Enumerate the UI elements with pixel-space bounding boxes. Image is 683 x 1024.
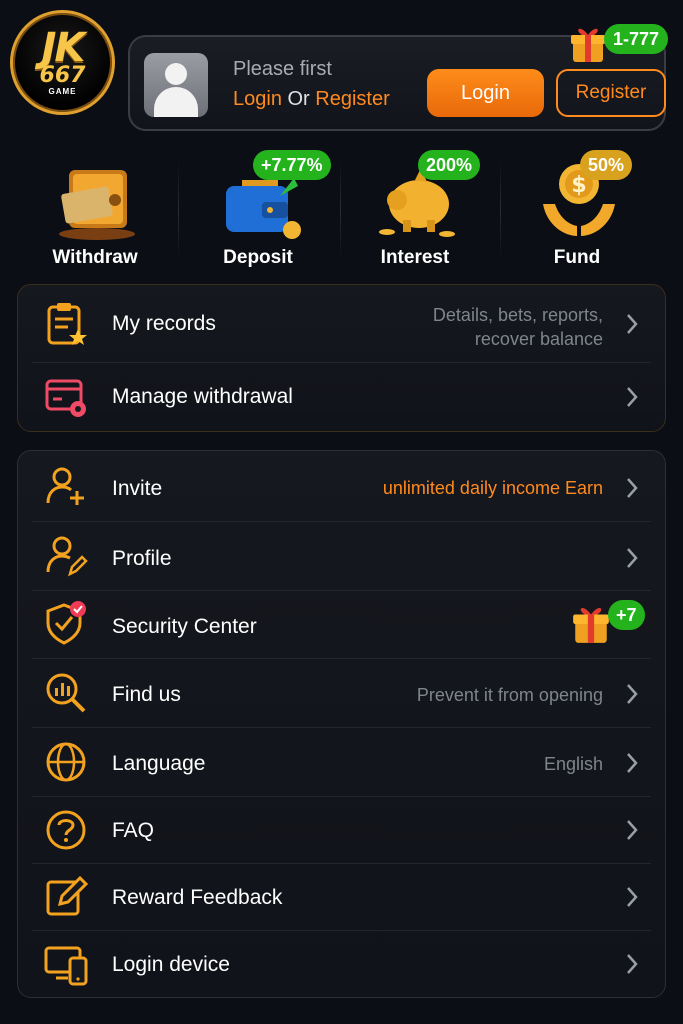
chevron-right-icon (627, 478, 638, 498)
or-text: Or (287, 88, 310, 110)
menu-item-faq[interactable]: FAQ (18, 797, 667, 863)
menu-item-manage-withdrawal[interactable]: Manage withdrawal (18, 363, 667, 433)
menu-item-security-center[interactable]: Security Center +7 (18, 591, 667, 658)
svg-text:$: $ (571, 173, 586, 198)
security-center-label: Security Center (112, 615, 257, 638)
deposit-label: Deposit (223, 247, 293, 268)
language-label: Language (112, 752, 206, 775)
my-records-hint-line2: recover balance (474, 329, 603, 349)
menu-item-reward-feedback[interactable]: Reward Feedback (18, 864, 667, 930)
menu-item-find-us[interactable]: Find us Prevent it from opening (18, 659, 667, 727)
shield-check-icon (46, 601, 86, 645)
withdraw-label: Withdraw (52, 247, 138, 268)
register-link[interactable]: Register (315, 88, 389, 110)
edit-box-icon (46, 875, 88, 916)
find-us-label: Find us (112, 683, 181, 706)
logo-sub: GAME (48, 86, 77, 96)
chevron-right-icon (627, 387, 638, 407)
invite-label: Invite (112, 477, 163, 500)
menu-item-login-device[interactable]: Login device (18, 931, 667, 997)
my-records-hint-line1: Details, bets, reports, (432, 305, 603, 325)
question-icon (46, 810, 86, 850)
login-register-links: Login Or Register (233, 88, 390, 111)
card-gear-icon (45, 379, 86, 417)
login-button[interactable]: Login (427, 69, 544, 117)
menu-item-my-records[interactable]: My records Details, bets, reports, recov… (18, 285, 667, 361)
chevron-right-icon (627, 684, 638, 704)
gift-icon[interactable] (570, 24, 606, 64)
manage-withdrawal-label: Manage withdrawal (112, 385, 293, 408)
search-chart-icon (46, 673, 86, 713)
chevron-right-icon (627, 548, 638, 568)
fund-action[interactable]: $ 50% Fund (497, 148, 657, 273)
invite-hint: unlimited daily income Earn (382, 478, 603, 498)
deposit-action[interactable]: +7.77% Deposit (178, 148, 338, 273)
login-device-label: Login device (112, 953, 230, 976)
menu-item-profile[interactable]: Profile (18, 522, 667, 590)
user-edit-icon (46, 536, 88, 577)
register-button[interactable]: Register (556, 69, 666, 117)
gift-badge: 1-777 (604, 24, 669, 54)
globe-icon (46, 742, 86, 782)
main-menu-card: Invite unlimited daily income Earn Profi… (17, 450, 666, 998)
fund-label: Fund (553, 247, 601, 268)
chevron-right-icon (627, 887, 638, 907)
chevron-right-icon (627, 314, 638, 334)
quick-actions: Withdraw +7.77% Deposit 200% Interest $ … (0, 148, 683, 273)
chevron-right-icon (627, 820, 638, 840)
interest-badge: 200% (418, 150, 481, 180)
menu-item-language[interactable]: Language English (18, 728, 667, 796)
clipboard-star-icon (47, 303, 87, 345)
chevron-right-icon (627, 753, 638, 773)
menu-item-invite[interactable]: Invite unlimited daily income Earn (18, 451, 667, 521)
security-badge: +7 (608, 600, 645, 630)
deposit-badge: +7.77% (253, 150, 331, 180)
logo-number: 667 (39, 62, 86, 88)
language-value: English (543, 754, 603, 774)
faq-label: FAQ (112, 819, 155, 842)
fund-badge: 50% (580, 150, 633, 180)
chevron-right-icon (627, 954, 638, 974)
records-card: My records Details, bets, reports, recov… (17, 284, 666, 432)
reward-feedback-label: Reward Feedback (112, 886, 283, 909)
my-records-label: My records (112, 312, 216, 335)
user-plus-icon (46, 467, 84, 505)
gift-icon (573, 608, 609, 643)
interest-label: Interest (380, 247, 450, 268)
login-prompt: Please first (233, 58, 332, 80)
avatar[interactable] (144, 53, 208, 117)
safe-icon (59, 170, 135, 240)
login-link[interactable]: Login (233, 88, 282, 110)
my-records-hint: Details, bets, reports, recover balance (433, 303, 603, 351)
withdraw-action[interactable]: Withdraw (15, 148, 175, 273)
devices-icon (44, 946, 88, 986)
find-us-hint: Prevent it from opening (416, 685, 603, 705)
logo-main: JK (41, 24, 86, 71)
brand-logo: JK 667 GAME (10, 10, 115, 115)
interest-action[interactable]: 200% Interest (335, 148, 495, 273)
profile-label: Profile (112, 547, 172, 570)
